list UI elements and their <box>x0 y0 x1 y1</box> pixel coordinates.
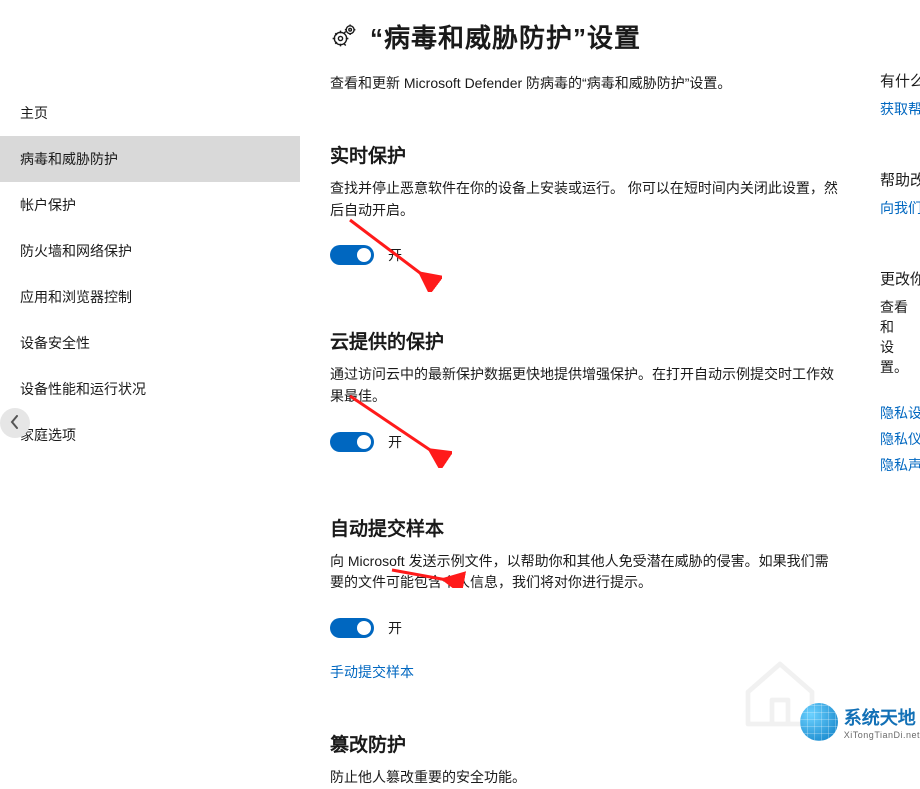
right-heading: 更改你 <box>880 268 920 289</box>
right-heading: 有什么 <box>880 70 920 91</box>
section-title: 篡改防护 <box>330 730 840 757</box>
section-tamper: 篡改防护 防止他人篡改重要的安全功能。 <box>330 730 840 789</box>
watermark-cn: 系统天地 <box>844 704 920 730</box>
settings-gears-icon <box>330 21 358 52</box>
main-content: “病毒和威胁防护”设置 查看和更新 Microsoft Defender 防病毒… <box>300 0 920 757</box>
back-button[interactable] <box>0 408 30 438</box>
page-subtitle: 查看和更新 Microsoft Defender 防病毒的“病毒和威胁防护”设置… <box>330 73 920 93</box>
section-cloud: 云提供的保护 通过访问云中的最新保护数据更快地提供增强保护。在打开自动示例提交时… <box>330 327 840 451</box>
chevron-left-icon <box>10 415 20 432</box>
nav-account-protection[interactable]: 帐户保护 <box>0 182 300 228</box>
right-heading: 帮助改 <box>880 169 920 190</box>
section-desc: 通过访问云中的最新保护数据更快地提供增强保护。在打开自动示例提交时工作效果最佳。 <box>330 364 840 407</box>
right-link[interactable]: 隐私声 <box>880 455 920 475</box>
toggle-label: 开 <box>388 245 402 265</box>
sample-toggle[interactable] <box>330 618 374 638</box>
manual-submit-link[interactable]: 手动提交样本 <box>330 662 414 682</box>
right-body: 查看和 设置。 <box>880 297 920 377</box>
right-column: 有什么 获取帮 帮助改 向我们 更改你 查看和 设置。 隐私设 隐私仪 隐私声 <box>880 70 920 525</box>
sidebar: 主页 病毒和威胁防护 帐户保护 防火墙和网络保护 应用和浏览器控制 设备安全性 … <box>0 0 300 757</box>
right-link[interactable]: 隐私设 <box>880 403 920 423</box>
toggle-label: 开 <box>388 618 402 638</box>
right-link[interactable]: 隐私仪 <box>880 429 920 449</box>
watermark-brand: 系统天地 XiTongTianDi.net <box>800 703 920 741</box>
cloud-toggle[interactable] <box>330 432 374 452</box>
page-title: “病毒和威胁防护”设置 <box>370 18 641 55</box>
nav-home[interactable]: 主页 <box>0 90 300 136</box>
nav-app-browser[interactable]: 应用和浏览器控制 <box>0 274 300 320</box>
section-desc: 向 Microsoft 发送示例文件，以帮助你和其他人免受潜在威胁的侵害。如果我… <box>330 551 840 594</box>
section-realtime: 实时保护 查找并停止恶意软件在你的设备上安装或运行。 你可以在短时间内关闭此设置… <box>330 141 840 265</box>
nav-virus-threat[interactable]: 病毒和威胁防护 <box>0 136 300 182</box>
nav-device-performance[interactable]: 设备性能和运行状况 <box>0 366 300 412</box>
section-title: 实时保护 <box>330 141 840 168</box>
section-desc: 防止他人篡改重要的安全功能。 <box>330 767 840 789</box>
right-link[interactable]: 向我们 <box>880 198 920 218</box>
realtime-toggle[interactable] <box>330 245 374 265</box>
section-title: 自动提交样本 <box>330 514 840 541</box>
toggle-label: 开 <box>388 432 402 452</box>
nav-family-options[interactable]: 家庭选项 <box>0 412 300 458</box>
nav-firewall[interactable]: 防火墙和网络保护 <box>0 228 300 274</box>
section-title: 云提供的保护 <box>330 327 840 354</box>
watermark-en: XiTongTianDi.net <box>844 730 920 740</box>
nav-device-security[interactable]: 设备安全性 <box>0 320 300 366</box>
globe-icon <box>800 703 838 741</box>
right-link[interactable]: 获取帮 <box>880 99 920 119</box>
section-desc: 查找并停止恶意软件在你的设备上安装或运行。 你可以在短时间内关闭此设置，然后自动… <box>330 178 840 221</box>
